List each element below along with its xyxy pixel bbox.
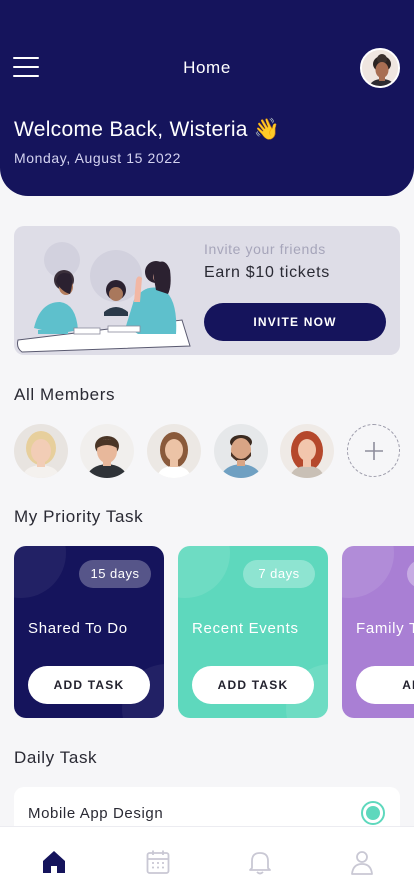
member-avatar[interactable] <box>80 424 134 478</box>
add-task-button[interactable]: ADD TASK <box>192 666 314 704</box>
member-avatar[interactable] <box>14 424 68 478</box>
bell-icon[interactable] <box>246 848 274 876</box>
invite-subtitle: Invite your friends <box>204 241 326 257</box>
task-name: Recent Events <box>192 620 299 637</box>
priority-section-title: My Priority Task <box>14 507 144 526</box>
add-task-button[interactable]: ADD TASK <box>28 666 150 704</box>
add-task-button[interactable]: ADD <box>356 666 414 704</box>
task-badge: 7 days <box>243 560 315 588</box>
profile-icon[interactable] <box>348 848 376 876</box>
plus-icon <box>365 442 383 460</box>
header-banner: Home Welcome Back, Wisteria 👋 Monday, Au… <box>0 0 414 196</box>
priority-task-carousel[interactable]: 15 days Shared To Do ADD TASK 7 days Rec… <box>0 546 414 718</box>
task-name: Shared To Do <box>28 620 128 637</box>
bottom-navigation <box>0 826 414 896</box>
invite-illustration <box>17 242 191 353</box>
task-done-checkbox[interactable] <box>361 801 385 825</box>
task-name: Family T <box>356 620 414 637</box>
member-avatar[interactable] <box>214 424 268 478</box>
welcome-message: Welcome Back, Wisteria 👋 <box>14 118 281 141</box>
member-avatar[interactable] <box>280 424 334 478</box>
task-badge: 15 days <box>79 560 151 588</box>
invite-card: Invite your friends Earn $10 tickets INV… <box>14 226 400 355</box>
avatar[interactable] <box>360 48 400 88</box>
daily-task-label: Mobile App Design <box>28 805 164 822</box>
task-card[interactable]: 7 days Recent Events ADD TASK <box>178 546 328 718</box>
member-avatar[interactable] <box>147 424 201 478</box>
invite-now-button[interactable]: INVITE NOW <box>204 303 386 341</box>
invite-headline: Earn $10 tickets <box>204 264 330 281</box>
task-card[interactable]: 15 days Shared To Do ADD TASK <box>14 546 164 718</box>
task-card[interactable]: Family T ADD <box>342 546 414 718</box>
home-icon[interactable] <box>40 848 68 876</box>
daily-section-title: Daily Task <box>14 748 98 767</box>
calendar-icon[interactable] <box>144 848 172 876</box>
current-date: Monday, August 15 2022 <box>14 150 182 166</box>
members-list <box>14 424 404 478</box>
task-badge <box>407 560 414 588</box>
page-title: Home <box>183 58 231 77</box>
add-member-button[interactable] <box>347 424 400 477</box>
members-section-title: All Members <box>14 385 116 404</box>
